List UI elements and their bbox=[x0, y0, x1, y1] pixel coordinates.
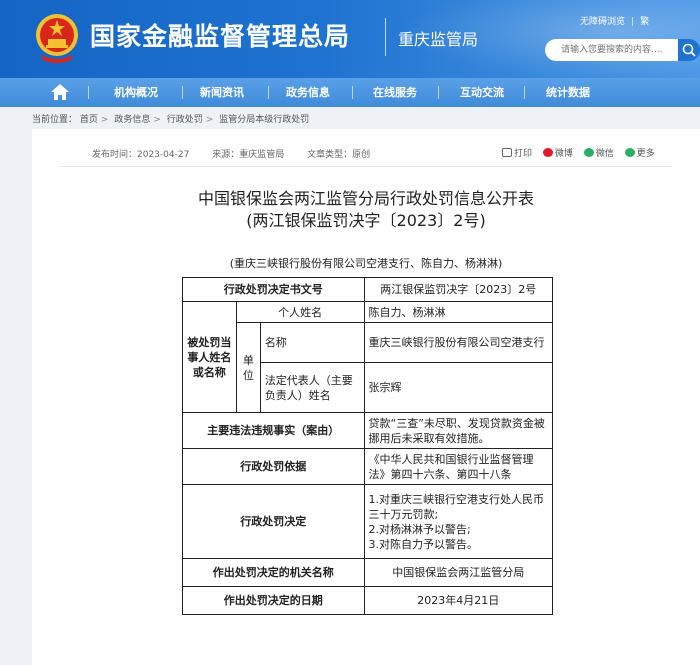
breadcrumb-current[interactable]: 监管分局本级行政处罚 bbox=[219, 115, 309, 125]
nav-item-government[interactable]: 政务信息 bbox=[272, 78, 344, 107]
nav-separator bbox=[438, 86, 439, 99]
name-value: 重庆三峡银行股份有限公司空港支行 bbox=[363, 322, 553, 363]
date-value: 2023年4月21日 bbox=[363, 586, 553, 615]
meta-divider bbox=[60, 166, 672, 167]
authority-label: 作出处罚决定的机关名称 bbox=[182, 558, 365, 587]
person-label: 个人姓名 bbox=[235, 301, 365, 323]
nav-separator bbox=[182, 86, 183, 99]
decision-line-1: 1.对重庆三峡银行空港支行处人民币三十万元罚款; bbox=[368, 492, 545, 521]
breadcrumb-arrow: > bbox=[153, 115, 161, 125]
document-number-title: (两江银保监罚决字〔2023〕2号) bbox=[246, 211, 486, 230]
table-row: 作出处罚决定的日期 2023年4月21日 bbox=[182, 586, 553, 615]
search-icon bbox=[682, 43, 696, 57]
weibo-button[interactable]: 微博 bbox=[542, 148, 573, 159]
nav-item-interaction[interactable]: 互动交流 bbox=[446, 78, 518, 107]
table-row: 单位 名称 重庆三峡银行股份有限公司空港支行 bbox=[183, 322, 553, 413]
breadcrumb-home[interactable]: 首页 bbox=[80, 115, 98, 125]
decision-line-3: 3.对陈自力予以警告。 bbox=[368, 537, 479, 551]
main-nav: 机构概况 新闻资讯 政务信息 在线服务 互动交流 统计数据 bbox=[0, 78, 700, 107]
basis-value: 《中华人民共和国银行业监督管理法》第四十六条、第四十八条 bbox=[363, 448, 553, 485]
nav-separator bbox=[524, 86, 525, 99]
name-label: 名称 bbox=[259, 322, 365, 363]
party-label: 被处罚当事人姓名或名称 bbox=[182, 301, 237, 413]
share-bar: 打印 微博 微信 更多 bbox=[502, 146, 663, 159]
weibo-label: 微博 bbox=[554, 149, 573, 159]
bureau-title[interactable]: 重庆监管局 bbox=[398, 26, 478, 50]
table-row: 被处罚当事人姓名或名称 个人姓名 陈自力、杨淋淋 bbox=[182, 301, 553, 413]
search-input[interactable] bbox=[561, 42, 671, 58]
article-meta: 发布时间：2023-04-27 来源：重庆监管局 文章类型：原创 bbox=[92, 147, 390, 160]
weibo-icon bbox=[542, 148, 553, 157]
facts-label: 主要违法违规事实（案由） bbox=[182, 412, 365, 449]
decision-label: 行政处罚决定 bbox=[182, 484, 365, 559]
table-row: 作出处罚决定的机关名称 中国银保监会两江监管分局 bbox=[182, 558, 553, 587]
traditional-chinese-link[interactable]: 繁 bbox=[640, 17, 649, 27]
top-links: 无障碍浏览 | 繁 bbox=[580, 14, 649, 27]
table-row: 行政处罚决定 1.对重庆三峡银行空港支行处人民币三十万元罚款; 2.对杨淋淋予以… bbox=[182, 484, 553, 559]
person-value: 陈自力、杨淋淋 bbox=[363, 301, 553, 323]
table-row: 主要违法违规事实（案由） 贷款“三查”未尽职、发现贷款资金被挪用后未采取有效措施… bbox=[182, 412, 553, 449]
print-label: 打印 bbox=[514, 149, 533, 159]
table-row: 行政处罚决定书文号 两江银保监罚决字〔2023〕2号 bbox=[182, 277, 553, 302]
breadcrumb-label: 当前位置： bbox=[32, 115, 78, 125]
date-label: 作出处罚决定的日期 bbox=[182, 586, 365, 615]
nav-separator bbox=[88, 86, 89, 99]
more-label: 更多 bbox=[636, 149, 655, 159]
rep-value: 张宗辉 bbox=[363, 362, 553, 413]
nav-item-statistics[interactable]: 统计数据 bbox=[532, 78, 604, 107]
unit-label: 单位 bbox=[235, 322, 261, 413]
publish-time: 发布时间：2023-04-27 bbox=[92, 150, 190, 160]
home-icon[interactable] bbox=[50, 83, 70, 101]
more-button[interactable]: 更多 bbox=[624, 148, 655, 159]
penalty-table: 行政处罚决定书文号 两江银保监罚决字〔2023〕2号 被处罚当事人姓名或名称 个… bbox=[182, 277, 553, 615]
document-title: 中国银保监会两江监管分局行政处罚信息公开表 bbox=[197, 189, 534, 208]
plus-icon bbox=[624, 148, 635, 157]
doc-no-value: 两江银保监罚决字〔2023〕2号 bbox=[363, 277, 553, 302]
nav-item-news[interactable]: 新闻资讯 bbox=[186, 78, 258, 107]
document-subtitle: (重庆三峡银行股份有限公司空港支行、陈自力、杨淋淋) bbox=[229, 257, 503, 270]
breadcrumb-penalty[interactable]: 行政处罚 bbox=[167, 115, 203, 125]
authority-value: 中国银保监会两江监管分局 bbox=[363, 558, 553, 587]
breadcrumb: 当前位置： 首页 > 政务信息 > 行政处罚 > 监管分局本级行政处罚 bbox=[32, 112, 309, 125]
rep-label: 法定代表人（主要负责人）姓名 bbox=[259, 362, 365, 413]
article-type: 文章类型：原创 bbox=[307, 150, 371, 160]
search-button[interactable] bbox=[678, 39, 700, 61]
nav-separator bbox=[268, 86, 269, 99]
breadcrumb-arrow: > bbox=[205, 115, 214, 125]
nav-item-services[interactable]: 在线服务 bbox=[359, 78, 431, 107]
site-title[interactable]: 国家金融监督管理总局 bbox=[90, 17, 350, 53]
wechat-button[interactable]: 微信 bbox=[583, 148, 614, 159]
accessibility-link[interactable]: 无障碍浏览 bbox=[580, 17, 625, 27]
title-divider bbox=[385, 18, 386, 56]
basis-label: 行政处罚依据 bbox=[182, 448, 365, 485]
facts-value: 贷款“三查”未尽职、发现贷款资金被挪用后未采取有效措施。 bbox=[363, 412, 553, 449]
wechat-label: 微信 bbox=[595, 149, 614, 159]
national-emblem-icon[interactable] bbox=[35, 11, 79, 63]
decision-value: 1.对重庆三峡银行空港支行处人民币三十万元罚款; 2.对杨淋淋予以警告; 3.对… bbox=[363, 484, 553, 559]
doc-no-label: 行政处罚决定书文号 bbox=[182, 277, 365, 302]
breadcrumb-government[interactable]: 政务信息 bbox=[114, 115, 150, 125]
link-separator: | bbox=[631, 17, 635, 27]
breadcrumb-arrow: > bbox=[100, 115, 109, 125]
article-source: 来源：重庆监管局 bbox=[212, 150, 285, 160]
print-button[interactable]: 打印 bbox=[502, 148, 533, 159]
decision-line-2: 2.对杨淋淋予以警告; bbox=[368, 522, 471, 536]
wechat-icon bbox=[583, 148, 594, 157]
table-row: 行政处罚依据 《中华人民共和国银行业监督管理法》第四十六条、第四十八条 bbox=[182, 448, 553, 485]
search-box bbox=[545, 39, 695, 61]
printer-icon bbox=[502, 148, 512, 157]
nav-separator bbox=[352, 86, 353, 99]
nav-item-about[interactable]: 机构概况 bbox=[100, 78, 172, 107]
